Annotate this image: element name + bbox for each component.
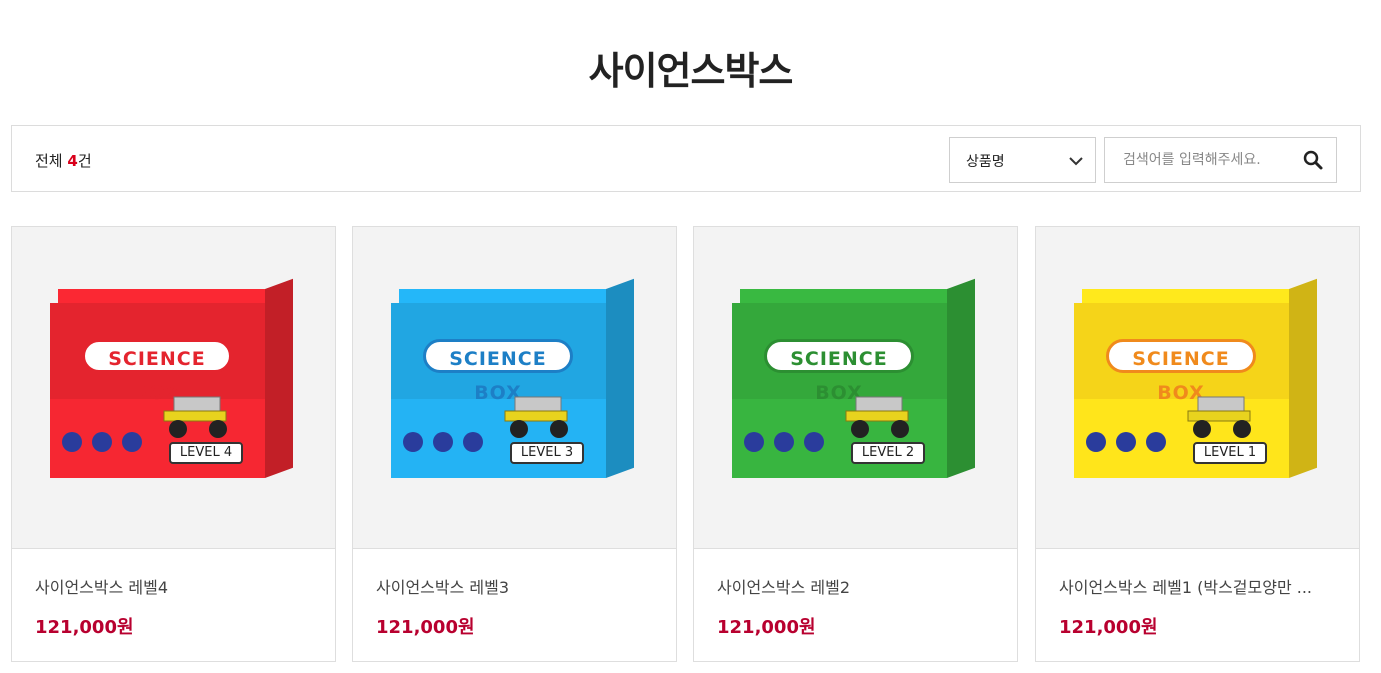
box-front: SCIENCE BOX LEVEL 1 <box>1074 303 1289 478</box>
box-logo: SCIENCE BOX <box>1106 339 1256 404</box>
product-card[interactable]: SCIENCE BOX LEVEL 4 사이언스박스 레벨4 121,000원 <box>11 226 336 662</box>
product-image[interactable]: SCIENCE BOX LEVEL 4 <box>12 227 335 549</box>
box-front: SCIENCE BOX LEVEL 4 <box>50 303 265 478</box>
box-side <box>947 278 975 478</box>
chevron-down-icon <box>1069 157 1083 166</box>
box-logo: SCIENCE BOX <box>423 339 573 404</box>
box-top <box>740 289 975 303</box>
science-box-image: SCIENCE BOX LEVEL 3 <box>391 278 639 495</box>
total-count: 전체 4건 <box>35 150 92 171</box>
sort-select-value: 상품명 <box>966 154 1005 170</box>
box-front: SCIENCE BOX LEVEL 2 <box>732 303 947 478</box>
level-badge: LEVEL 1 <box>1193 442 1267 464</box>
level-badge: LEVEL 4 <box>169 442 243 464</box>
box-top <box>399 289 634 303</box>
product-image[interactable]: SCIENCE BOX LEVEL 1 <box>1036 227 1359 549</box>
search-input[interactable] <box>1105 138 1295 182</box>
box-side <box>265 278 293 478</box>
box-top <box>1082 289 1317 303</box>
product-price: 121,000원 <box>35 617 134 638</box>
count-label: 전체 <box>35 152 68 170</box>
level-badge: LEVEL 3 <box>510 442 584 464</box>
feature-icons <box>403 432 493 456</box>
level-badge: LEVEL 2 <box>851 442 925 464</box>
sort-select[interactable]: 상품명 <box>949 137 1096 183</box>
box-logo: SCIENCE BOX <box>82 339 232 404</box>
product-card[interactable]: SCIENCE BOX LEVEL 2 사이언스박스 레벨2 121,000원 <box>693 226 1018 662</box>
science-box-image: SCIENCE BOX LEVEL 4 <box>50 278 298 495</box>
product-card[interactable]: SCIENCE BOX LEVEL 3 사이언스박스 레벨3 121,000원 <box>352 226 677 662</box>
feature-icons <box>744 432 834 456</box>
box-side <box>606 278 634 478</box>
box-front: SCIENCE BOX LEVEL 3 <box>391 303 606 478</box>
box-logo: SCIENCE BOX <box>764 339 914 404</box>
box-top <box>58 289 293 303</box>
science-box-image: SCIENCE BOX LEVEL 1 <box>1074 278 1322 495</box>
page-title: 사이언스박스 <box>588 49 794 93</box>
box-side <box>1289 278 1317 478</box>
science-box-image: SCIENCE BOX LEVEL 2 <box>732 278 980 495</box>
product-name[interactable]: 사이언스박스 레벨3 <box>376 574 656 598</box>
product-card[interactable]: SCIENCE BOX LEVEL 1 사이언스박스 레벨1 (박스겉모양만 .… <box>1035 226 1360 662</box>
product-price: 121,000원 <box>376 617 475 638</box>
feature-icons <box>62 432 152 456</box>
count-unit: 건 <box>77 152 92 170</box>
search-icon[interactable] <box>1302 149 1324 171</box>
toy-model-illustration <box>845 396 909 438</box>
toy-model-illustration <box>1187 396 1251 438</box>
product-image[interactable]: SCIENCE BOX LEVEL 3 <box>353 227 676 549</box>
list-toolbar: 전체 4건 상품명 <box>11 125 1361 192</box>
feature-icons <box>1086 432 1176 456</box>
product-name[interactable]: 사이언스박스 레벨4 <box>35 574 315 598</box>
toy-model-illustration <box>163 396 227 438</box>
product-name[interactable]: 사이언스박스 레벨1 (박스겉모양만 ... <box>1059 574 1339 598</box>
search-box <box>1104 137 1337 183</box>
product-name[interactable]: 사이언스박스 레벨2 <box>717 574 997 598</box>
product-price: 121,000원 <box>1059 617 1158 638</box>
toy-model-illustration <box>504 396 568 438</box>
product-image[interactable]: SCIENCE BOX LEVEL 2 <box>694 227 1017 549</box>
product-price: 121,000원 <box>717 617 816 638</box>
count-number: 4 <box>67 152 78 170</box>
